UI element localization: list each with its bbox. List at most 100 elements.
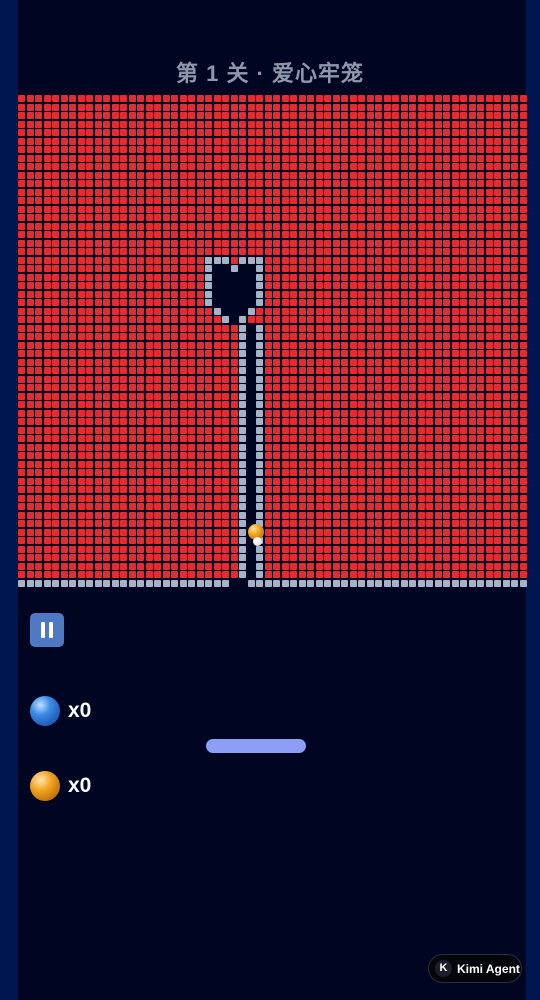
- red-brick: [43, 358, 51, 366]
- red-brick: [162, 248, 170, 255]
- red-brick: [162, 494, 170, 502]
- red-brick: [77, 571, 85, 578]
- red-brick: [213, 103, 221, 111]
- red-brick: [519, 316, 527, 323]
- red-brick: [366, 112, 374, 119]
- red-brick: [400, 545, 408, 553]
- red-brick: [451, 392, 459, 400]
- red-brick: [273, 469, 280, 476]
- red-brick: [273, 375, 280, 383]
- red-brick: [222, 469, 229, 476]
- red-brick: [511, 103, 518, 111]
- red-brick: [324, 205, 331, 213]
- red-brick: [417, 537, 425, 544]
- red-brick: [35, 460, 42, 468]
- red-brick: [18, 163, 25, 170]
- red-brick: [400, 299, 408, 306]
- red-brick: [434, 239, 442, 247]
- red-brick: [409, 571, 416, 578]
- red-brick: [273, 299, 280, 306]
- red-brick: [52, 350, 59, 357]
- red-brick: [451, 299, 459, 306]
- red-brick: [222, 426, 229, 434]
- red-brick: [426, 375, 433, 383]
- red-brick: [392, 520, 399, 527]
- red-brick: [43, 367, 51, 374]
- red-brick: [511, 520, 518, 527]
- red-brick: [205, 460, 212, 468]
- red-brick: [239, 103, 246, 111]
- red-brick: [366, 256, 374, 264]
- red-brick: [434, 205, 442, 213]
- red-brick: [341, 256, 348, 264]
- red-brick: [460, 95, 467, 102]
- red-brick: [315, 460, 323, 468]
- red-brick: [230, 409, 238, 417]
- red-brick: [77, 486, 85, 493]
- red-brick: [120, 384, 127, 391]
- red-brick: [349, 341, 357, 349]
- red-brick: [111, 452, 119, 459]
- steel-brick: [247, 256, 255, 264]
- red-brick: [383, 511, 391, 519]
- red-brick: [111, 205, 119, 213]
- red-brick: [103, 537, 110, 544]
- red-brick: [485, 341, 493, 349]
- paddle[interactable]: [206, 739, 306, 753]
- red-brick: [426, 358, 433, 366]
- red-brick: [179, 239, 187, 247]
- red-brick: [392, 239, 399, 247]
- red-brick: [103, 426, 110, 434]
- red-brick: [52, 511, 59, 519]
- red-brick: [434, 486, 442, 493]
- red-brick: [332, 401, 340, 408]
- red-brick: [358, 290, 365, 298]
- red-brick: [281, 171, 289, 179]
- red-brick: [188, 273, 195, 281]
- steel-brick: [256, 273, 263, 281]
- red-brick: [315, 316, 323, 323]
- red-brick: [519, 554, 527, 561]
- red-brick: [426, 562, 433, 570]
- red-brick: [451, 350, 459, 357]
- red-brick: [196, 528, 204, 536]
- pause-button[interactable]: [30, 613, 64, 647]
- red-brick: [383, 205, 391, 213]
- red-brick: [222, 324, 229, 332]
- red-brick: [52, 358, 59, 366]
- red-brick: [315, 443, 323, 451]
- red-brick: [366, 273, 374, 281]
- red-brick: [511, 358, 518, 366]
- red-brick: [298, 265, 306, 272]
- red-brick: [358, 528, 365, 536]
- red-brick: [145, 452, 153, 459]
- red-brick: [60, 375, 68, 383]
- red-brick: [213, 95, 221, 102]
- red-brick: [315, 222, 323, 230]
- red-brick: [18, 333, 25, 340]
- red-brick: [400, 154, 408, 162]
- red-brick: [205, 384, 212, 391]
- red-brick: [375, 248, 382, 255]
- red-brick: [468, 129, 476, 136]
- red-brick: [511, 154, 518, 162]
- red-brick: [443, 520, 450, 527]
- red-brick: [103, 299, 110, 306]
- red-brick: [400, 511, 408, 519]
- red-brick: [341, 171, 348, 179]
- red-brick: [188, 401, 195, 408]
- red-brick: [451, 358, 459, 366]
- red-brick: [511, 146, 518, 153]
- red-brick: [477, 154, 484, 162]
- red-brick: [307, 307, 314, 315]
- red-brick: [43, 95, 51, 102]
- kimi-agent-badge[interactable]: K Kimi Agent: [428, 954, 522, 983]
- red-brick: [511, 350, 518, 357]
- red-brick: [26, 341, 34, 349]
- red-brick: [247, 171, 255, 179]
- red-brick: [94, 265, 102, 272]
- red-brick: [502, 222, 510, 230]
- red-brick: [273, 197, 280, 204]
- red-brick: [77, 146, 85, 153]
- game-stage[interactable]: 第 1 关 · 爱心牢笼 x0 x0 K Kimi Agent: [0, 0, 540, 1000]
